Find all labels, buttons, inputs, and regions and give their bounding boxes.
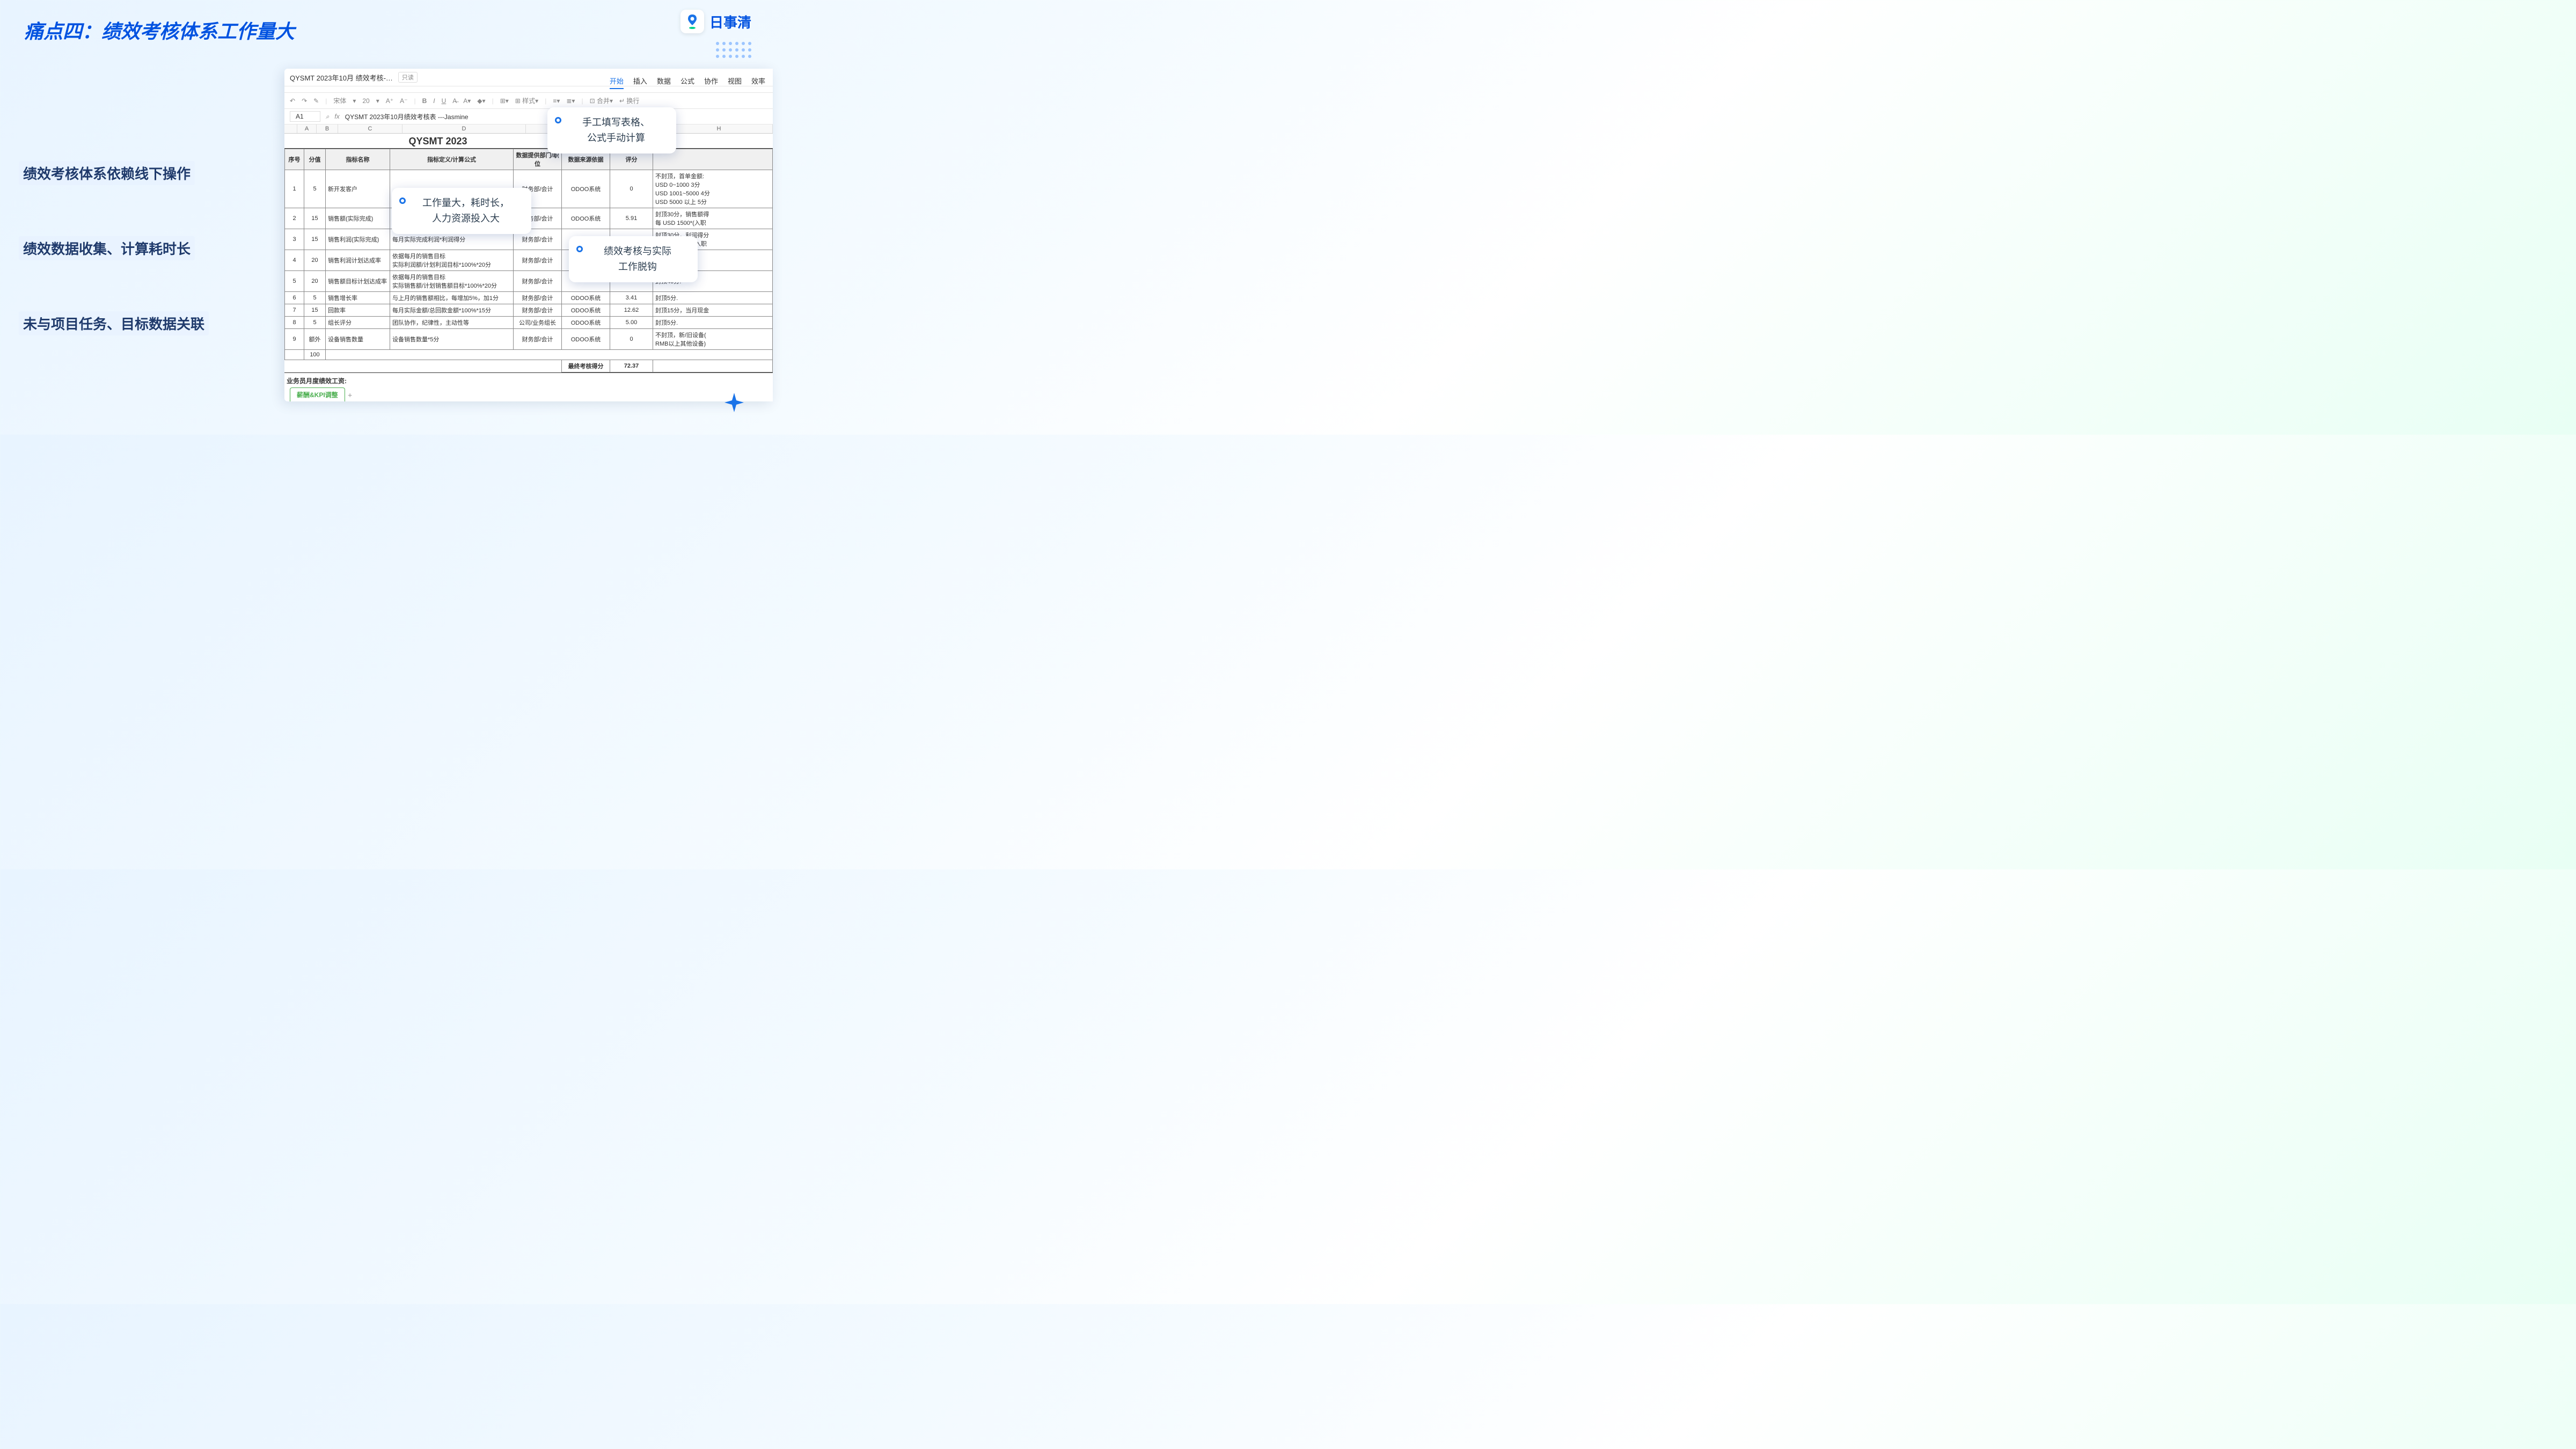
font-select[interactable]: 宋体	[333, 96, 346, 105]
readonly-badge: 只读	[398, 72, 418, 83]
toolbar[interactable]: ↶ ↷ ✎ | 宋体 ▾ 20 ▾ A⁺ A⁻ | B I U A̶ A▾ ◆▾…	[284, 93, 773, 109]
table-row: 85组长评分团队协作，纪律性，主动性等公司/业务组长ODOO系统5.00封顶5分…	[285, 317, 773, 329]
wrap-dropdown[interactable]: ↵ 换行	[619, 96, 639, 105]
bold-icon[interactable]: B	[422, 97, 427, 105]
align-v-icon[interactable]: ≣▾	[566, 97, 575, 105]
logo-icon	[680, 10, 704, 33]
strike-icon[interactable]: A̶	[452, 97, 457, 105]
font-size[interactable]: 20	[362, 97, 369, 105]
border-icon[interactable]: ⊞▾	[500, 97, 509, 105]
callout-manual-fill: 手工填写表格、 公式手动计算	[547, 107, 676, 153]
spreadsheet-screenshot: QYSMT 2023年10月 绩效考核-… 只读 开始 插入 数据 公式 协作 …	[284, 69, 773, 401]
decrease-font-icon[interactable]: A⁻	[400, 97, 407, 105]
footer-label: 业务员月度绩效工资:	[284, 372, 773, 389]
fill-color-icon[interactable]: ◆▾	[477, 97, 485, 105]
formula-bar[interactable]: QYSMT 2023年10月绩效考核表 ---Jasmine	[345, 112, 469, 121]
logo-text: 日事清	[709, 12, 751, 32]
callout-disconnect: 绩效考核与实际 工作脱钩	[569, 236, 698, 282]
menu-insert[interactable]: 插入	[633, 76, 647, 89]
menu-collab[interactable]: 协作	[704, 76, 718, 89]
table-row: 420销售利润计划达成率依据每月的销售目标 实际利润额/计划利润目标*100%*…	[285, 250, 773, 271]
decorative-dots	[716, 42, 751, 58]
align-left-icon[interactable]: ≡▾	[553, 97, 560, 105]
undo-icon[interactable]: ↶	[290, 97, 295, 105]
redo-icon[interactable]: ↷	[302, 97, 307, 105]
font-color-icon[interactable]: A▾	[463, 97, 471, 105]
format-painter-icon[interactable]: ✎	[313, 97, 319, 105]
cell-reference[interactable]: A1	[290, 111, 320, 122]
bullet-point-2: 绩效数据收集、计算耗时长	[19, 236, 195, 260]
menu-formula[interactable]: 公式	[680, 76, 694, 89]
logo: 日事清	[680, 10, 751, 33]
menu-start[interactable]: 开始	[610, 76, 624, 89]
doc-title: QYSMT 2023年10月 绩效考核-…	[290, 72, 393, 83]
menu-view[interactable]: 视图	[728, 76, 742, 89]
sparkle-icon	[723, 392, 745, 413]
add-sheet-icon[interactable]: +	[348, 391, 352, 399]
increase-font-icon[interactable]: A⁺	[386, 97, 393, 105]
bullet-point-3: 未与项目任务、目标数据关联	[19, 311, 209, 335]
table-row: 65销售增长率与上月的销售额相比，每增加5%，加1分财务部/会计ODOO系统3.…	[285, 292, 773, 304]
table-row: 520销售额目标计划达成率依据每月的销售目标 实际销售额/计划销售额目标*100…	[285, 271, 773, 292]
style-dropdown[interactable]: ⊞ 样式▾	[515, 96, 538, 105]
underline-icon[interactable]: U	[442, 97, 447, 105]
sheet-merged-title: QYSMT 2023 -Jasmine	[284, 134, 773, 149]
italic-icon[interactable]: I	[433, 97, 435, 105]
fx-icon[interactable]: ⌕ fx	[326, 113, 340, 121]
menu-data[interactable]: 数据	[657, 76, 671, 89]
table-row: 9额外设备销售数量设备销售数量*5分财务部/会计ODOO系统0不封顶，新/旧设备…	[285, 329, 773, 350]
column-headers[interactable]: A B C D E F G H	[284, 125, 773, 134]
kpi-table: 序号 分值 指标名称 指标定义/计算公式 数据提供部门/职位 数据来源依据 评分…	[284, 149, 773, 372]
table-row: 715回款率每月实际金额/总回款金额*100%*15分财务部/会计ODOO系统1…	[285, 304, 773, 317]
slide-title: 痛点四：绩效考核体系工作量大	[24, 16, 295, 44]
callout-workload: 工作量大，耗时长， 人力资源投入大	[392, 188, 531, 234]
sheet-tab[interactable]: 薪酬&KPI调整	[290, 387, 345, 401]
menu-efficiency[interactable]: 效率	[751, 76, 765, 89]
merge-dropdown[interactable]: ⊡ 合并▾	[590, 96, 613, 105]
bullet-point-1: 绩效考核体系依赖线下操作	[19, 161, 195, 185]
